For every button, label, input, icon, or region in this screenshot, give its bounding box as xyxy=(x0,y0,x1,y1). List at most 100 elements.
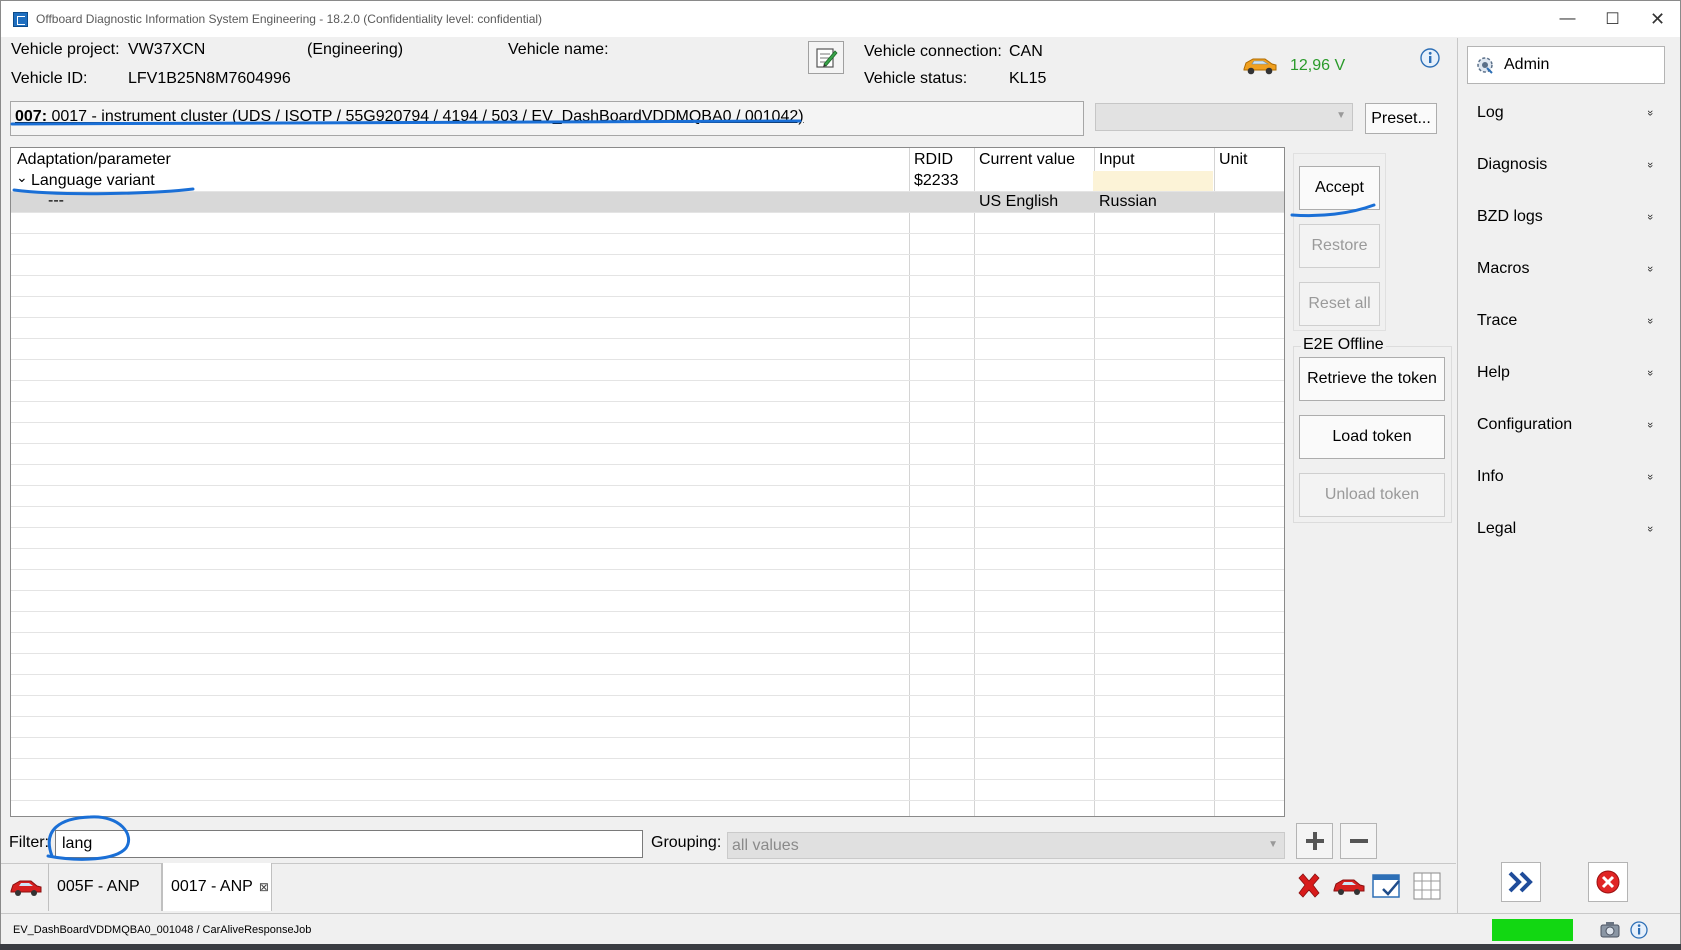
filter-label: Filter: xyxy=(9,834,49,851)
menu-label: Log xyxy=(1477,104,1504,121)
window-controls: — ☐ ✕ xyxy=(1545,1,1680,37)
menu-configuration[interactable]: Configuration » xyxy=(1465,412,1665,438)
vehicle-name-label: Vehicle name: xyxy=(508,41,609,58)
window-checklist-icon[interactable] xyxy=(1369,868,1405,904)
edit-vehicle-name-button[interactable] xyxy=(808,41,844,74)
car-battery-icon xyxy=(1243,58,1277,75)
menu-help[interactable]: Help » xyxy=(1465,360,1665,386)
maximize-button[interactable]: ☐ xyxy=(1590,1,1635,37)
chevron-double-down-icon: » xyxy=(1643,369,1656,377)
menu-diagnosis[interactable]: Diagnosis » xyxy=(1465,152,1665,178)
menu-label: Macros xyxy=(1477,260,1530,277)
tab-label: 0017 - ANP xyxy=(171,878,253,895)
grouping-select-value: all values xyxy=(732,837,799,854)
grid-table-icon[interactable] xyxy=(1409,868,1445,904)
chevron-double-down-icon: » xyxy=(1643,213,1656,221)
plus-icon xyxy=(1305,832,1324,850)
vehicle-connection-value: CAN xyxy=(1009,43,1043,60)
column-header-input[interactable]: Input xyxy=(1099,151,1135,169)
double-chevron-right-icon xyxy=(1508,871,1533,893)
gear-user-icon xyxy=(1477,57,1493,74)
window-title: Offboard Diagnostic Information System E… xyxy=(36,12,543,26)
vehicle-tab-icon-cell[interactable] xyxy=(1,863,49,911)
menu-label: BZD logs xyxy=(1477,208,1543,225)
preset-button[interactable]: Preset... xyxy=(1365,103,1437,134)
menu-bzd-logs[interactable]: BZD logs » xyxy=(1465,204,1665,230)
vehicle-connection-label: Vehicle connection: xyxy=(864,43,1002,60)
preset-select[interactable]: ▼ xyxy=(1095,103,1353,131)
load-token-button[interactable]: Load token xyxy=(1299,415,1445,459)
menu-label: Legal xyxy=(1477,520,1517,537)
info-icon[interactable] xyxy=(1629,920,1649,940)
title-bar: Offboard Diagnostic Information System E… xyxy=(1,1,1680,37)
tab-close-icon[interactable]: ⊠ xyxy=(259,880,269,894)
info-icon[interactable] xyxy=(1419,47,1441,69)
grouping-select[interactable]: all values ▼ xyxy=(727,832,1285,859)
chevron-double-down-icon: » xyxy=(1643,317,1656,325)
status-bar: EV_DashBoardVDDMQBA0_001048 / CarAliveRe… xyxy=(1,913,1680,944)
reset-all-button[interactable]: Reset all xyxy=(1299,282,1380,326)
tab-label: 005F - ANP xyxy=(57,878,140,895)
restore-button[interactable]: Restore xyxy=(1299,224,1380,268)
tab-0017-anp[interactable]: 0017 - ANP ⊠ xyxy=(162,863,272,911)
column-header-rdid[interactable]: RDID xyxy=(914,151,953,169)
close-circle-icon xyxy=(1596,870,1620,894)
e2e-offline-title: E2E Offline xyxy=(1301,336,1386,354)
filter-input[interactable] xyxy=(55,830,643,858)
column-header-unit[interactable]: Unit xyxy=(1219,151,1247,169)
ecu-id: 007: xyxy=(15,108,48,125)
chevron-double-down-icon: » xyxy=(1643,473,1656,481)
expander-chevron-icon[interactable]: ⌄ xyxy=(16,169,28,186)
minimize-button[interactable]: — xyxy=(1545,1,1590,37)
group-row[interactable]: ⌄ Language variant $2233 xyxy=(11,169,1284,191)
menu-legal[interactable]: Legal » xyxy=(1465,516,1665,542)
app-icon xyxy=(13,11,28,27)
forward-button[interactable] xyxy=(1501,862,1541,902)
admin-button[interactable]: Admin xyxy=(1467,46,1665,84)
chevron-double-down-icon: » xyxy=(1643,109,1656,117)
voltage-value: 12,96 V xyxy=(1290,57,1346,74)
delete-icon[interactable] xyxy=(1291,868,1327,904)
unload-token-button[interactable]: Unload token xyxy=(1299,473,1445,517)
grouping-label: Grouping: xyxy=(651,834,722,851)
mode-label: (Engineering) xyxy=(307,41,404,58)
chevron-double-down-icon: » xyxy=(1643,525,1656,533)
tab-005f-anp[interactable]: 005F - ANP xyxy=(49,863,162,911)
chevron-down-icon: ▼ xyxy=(1336,110,1346,121)
menu-label: Diagnosis xyxy=(1477,156,1548,173)
ecu-description: 0017 - instrument cluster (UDS / ISOTP /… xyxy=(47,108,804,125)
menu-macros[interactable]: Macros » xyxy=(1465,256,1665,282)
vehicle-id-value: LFV1B25N8M7604996 xyxy=(128,70,291,87)
close-button[interactable]: ✕ xyxy=(1635,1,1680,37)
ecu-title-field: 007: 0017 - instrument cluster (UDS / IS… xyxy=(10,101,1084,136)
menu-info[interactable]: Info » xyxy=(1465,464,1665,490)
vehicle-id-label: Vehicle ID: xyxy=(11,70,88,87)
chevron-double-down-icon: » xyxy=(1643,265,1656,273)
minus-icon xyxy=(1349,839,1368,843)
row-param: --- xyxy=(48,192,64,209)
main-window: Offboard Diagnostic Information System E… xyxy=(0,0,1681,944)
menu-log[interactable]: Log » xyxy=(1465,100,1665,126)
car-icon xyxy=(10,880,42,896)
column-header-current[interactable]: Current value xyxy=(979,151,1075,169)
menu-label: Configuration xyxy=(1477,416,1573,433)
exit-button[interactable] xyxy=(1588,862,1628,902)
vehicle-project-label: Vehicle project: xyxy=(11,41,120,58)
collapse-all-button[interactable] xyxy=(1340,823,1377,859)
connection-status-indicator xyxy=(1492,919,1573,941)
expand-all-button[interactable] xyxy=(1296,823,1333,859)
admin-label: Admin xyxy=(1504,56,1550,73)
car-connect-icon[interactable] xyxy=(1331,868,1367,904)
menu-trace[interactable]: Trace » xyxy=(1465,308,1665,334)
vehicle-status-value: KL15 xyxy=(1009,70,1047,87)
camera-icon[interactable] xyxy=(1599,920,1621,940)
chevron-double-down-icon: » xyxy=(1643,421,1656,429)
column-header-param[interactable]: Adaptation/parameter xyxy=(17,151,171,169)
adaptation-table: Adaptation/parameter RDID Current value … xyxy=(10,147,1285,817)
accept-button[interactable]: Accept xyxy=(1299,166,1380,210)
retrieve-token-button[interactable]: Retrieve the token xyxy=(1299,357,1445,401)
group-label: Language variant xyxy=(31,172,155,189)
table-row[interactable]: --- US English Russian xyxy=(11,192,1284,212)
row-input-value[interactable]: Russian xyxy=(1099,193,1157,211)
group-rdid: $2233 xyxy=(914,172,959,189)
